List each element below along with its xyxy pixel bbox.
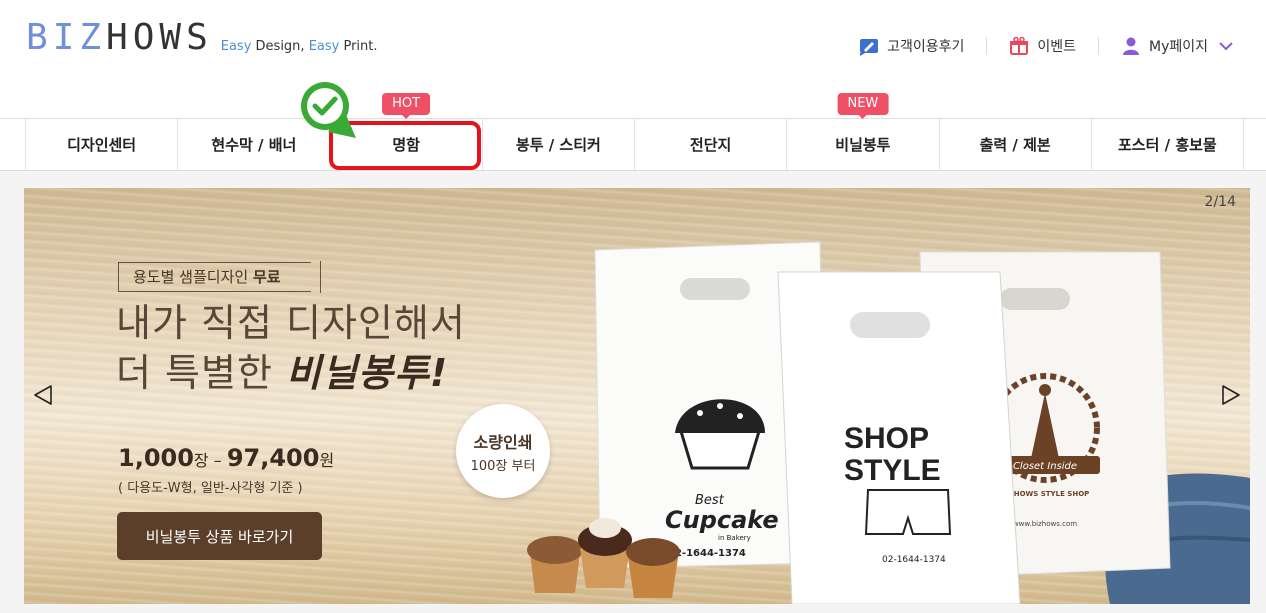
mypage-label: My페이지	[1148, 39, 1208, 55]
nav-item-poster[interactable]: 포스터 / 홍보물	[1092, 119, 1244, 170]
nav-item-design-center[interactable]: 디자인센터	[26, 119, 179, 170]
nav-item-flyer[interactable]: 전단지	[635, 119, 788, 170]
logo[interactable]: BIZHOWS Easy Design, Easy Print.	[26, 18, 378, 58]
bag3-url: www.bizhows.com	[1013, 520, 1077, 528]
slide-counter: 2/14	[1204, 194, 1236, 210]
check-marker-icon	[301, 82, 356, 138]
bag3-ribbon: Closet Inside	[1013, 461, 1077, 472]
bag2-phone: 02-1644-1374	[882, 555, 946, 565]
hero-banner: 2/14 용도별 샘플디자인 무료 내가 직접 디자인해서 더 특별한 비닐봉투…	[24, 188, 1250, 604]
utility-menu: 고객이용후기 이벤트 My페이지	[837, 36, 1236, 56]
vinyl-bags-illustration: Closet Inside BIZHOWS STYLE SHOP www.biz…	[527, 241, 1250, 604]
bag-shop-style: SHOP STYLE 02-1644-1374	[777, 271, 1021, 604]
price-note: ( 다용도-W형, 일반-사각형 기준 )	[118, 481, 303, 496]
small-quantity-bubble: 소량인쇄 100장 부터	[456, 404, 550, 498]
main-nav: 디자인센터 현수막 / 배너 HOT 명함 봉투 / 스티커 전단지 NEW 비…	[0, 93, 1266, 171]
promo-tag: 용도별 샘플디자인 무료	[118, 261, 321, 293]
review-pen-icon	[859, 36, 879, 56]
user-icon	[1121, 36, 1141, 56]
hot-badge: HOT	[382, 93, 431, 119]
mypage-link[interactable]: My페이지	[1099, 36, 1236, 56]
reviews-link[interactable]: 고객이용후기	[837, 36, 986, 56]
bag1-brand-sub: in Bakery	[718, 534, 751, 542]
bag2-line1: SHOP	[844, 422, 929, 455]
events-link[interactable]: 이벤트	[987, 36, 1098, 56]
new-badge: NEW	[837, 93, 889, 119]
nav-item-vinyl-bag[interactable]: NEW 비닐봉투	[787, 93, 940, 170]
nav-item-envelope-sticker[interactable]: 봉투 / 스티커	[483, 119, 635, 170]
vinyl-bag-cta-button[interactable]: 비닐봉투 상품 바로가기	[117, 512, 322, 560]
nav-item-print-binding[interactable]: 출력 / 제본	[940, 119, 1092, 170]
bag2-line2: STYLE	[844, 454, 941, 487]
bag1-brand-main: Cupcake	[665, 506, 779, 534]
header: BIZHOWS Easy Design, Easy Print. 고객이용후기 …	[0, 0, 1266, 118]
price-text: 1,000장 – 97,400원	[118, 444, 335, 472]
prev-arrow-icon[interactable]	[32, 384, 54, 406]
tagline: Easy Design, Easy Print.	[220, 39, 378, 54]
chevron-down-icon	[1216, 36, 1236, 56]
logo-text: BIZHOWS	[26, 17, 213, 58]
reviews-label: 고객이용후기	[887, 39, 965, 55]
events-label: 이벤트	[1037, 39, 1076, 55]
gift-icon	[1009, 36, 1029, 56]
banner-headline: 내가 직접 디자인해서 더 특별한 비닐봉투!	[116, 301, 466, 395]
